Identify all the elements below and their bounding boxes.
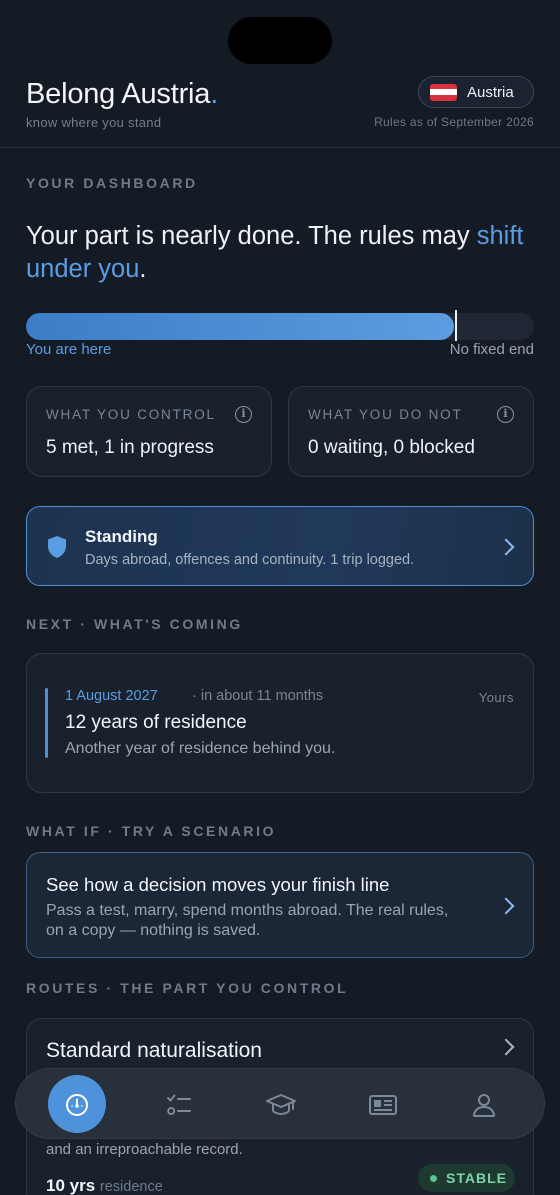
progress-fill <box>26 313 454 340</box>
no-fixed-end-label: No fixed end <box>449 341 534 358</box>
you-are-here-label: You are here <box>26 341 112 358</box>
brand-tagline: know where you stand <box>26 115 162 130</box>
status-dot-icon <box>430 1174 437 1182</box>
gauge-icon <box>66 1093 88 1116</box>
chevron-right-icon <box>497 897 515 915</box>
routes-section-label: ROUTES · THE PART YOU CONTROL <box>26 980 349 996</box>
not-control-card-title: WHAT YOU DO NOT <box>308 407 463 422</box>
chevron-right-icon <box>497 538 515 556</box>
not-control-card[interactable]: WHAT YOU DO NOT i 0 waiting, 0 blocked <box>288 386 534 477</box>
milestone-title: 12 years of residence <box>65 712 247 733</box>
bottom-tab-bar <box>15 1068 545 1139</box>
scenario-section-label: WHAT IF · TRY A SCENARIO <box>26 823 277 839</box>
country-label: Austria <box>467 83 514 101</box>
milestone-relative-time: · in about 11 months <box>192 688 324 704</box>
progress-marker <box>455 310 457 341</box>
next-section-label: NEXT · WHAT'S COMING <box>26 616 243 632</box>
info-icon[interactable]: i <box>497 406 514 423</box>
graduation-cap-icon <box>266 1093 296 1115</box>
info-icon[interactable]: i <box>235 406 252 423</box>
standing-card[interactable]: Standing Days abroad, offences and conti… <box>26 506 534 586</box>
route-description: and an irreproachable record. <box>46 1141 243 1158</box>
tab-dashboard[interactable] <box>47 1069 107 1140</box>
app-header: Belong Austria. know where you stand Aus… <box>0 0 560 148</box>
milestone-subtitle: Another year of residence behind you. <box>65 740 336 757</box>
id-card-icon <box>369 1094 397 1115</box>
status-badge: STABLE <box>418 1164 515 1192</box>
route-duration: 10 yrs residence <box>46 1176 163 1195</box>
control-card[interactable]: WHAT YOU CONTROL i 5 met, 1 in progress <box>26 386 272 477</box>
standing-subtitle: Days abroad, offences and continuity. 1 … <box>85 552 415 568</box>
scenario-title: See how a decision moves your finish lin… <box>46 874 390 895</box>
route-title: Standard naturalisation <box>46 1039 262 1062</box>
tab-documents[interactable] <box>353 1069 413 1140</box>
control-card-title: WHAT YOU CONTROL <box>46 407 216 422</box>
dashboard-headline: Your part is nearly done. The rules may … <box>26 222 524 283</box>
progress-track <box>26 313 534 340</box>
milestone-accent-bar <box>45 688 48 758</box>
brand-title: Belong Austria. <box>26 78 219 110</box>
shield-icon <box>48 536 66 558</box>
standing-title: Standing <box>85 527 158 546</box>
control-card-value: 5 met, 1 in progress <box>46 437 214 458</box>
milestone-owner: Yours <box>478 690 514 705</box>
tab-learn[interactable] <box>251 1069 311 1140</box>
milestone-date: 1 August 2027 <box>65 688 158 704</box>
rules-date: Rules as of September 2026 <box>374 115 534 129</box>
tab-checklist[interactable] <box>149 1069 209 1140</box>
scenario-card[interactable]: See how a decision moves your finish lin… <box>26 852 534 958</box>
scenario-subtitle: Pass a test, marry, spend months abroad.… <box>46 902 449 939</box>
next-milestone-card[interactable]: 1 August 2027 · in about 11 months Yours… <box>26 653 534 793</box>
chevron-right-icon <box>497 1038 515 1056</box>
tab-profile[interactable] <box>454 1069 514 1140</box>
checklist-icon <box>167 1094 191 1115</box>
dashboard-section-label: YOUR DASHBOARD <box>26 175 198 191</box>
country-selector[interactable]: Austria <box>418 76 534 108</box>
austria-flag-icon <box>430 83 457 101</box>
profile-icon <box>473 1093 495 1117</box>
not-control-card-value: 0 waiting, 0 blocked <box>308 437 475 458</box>
